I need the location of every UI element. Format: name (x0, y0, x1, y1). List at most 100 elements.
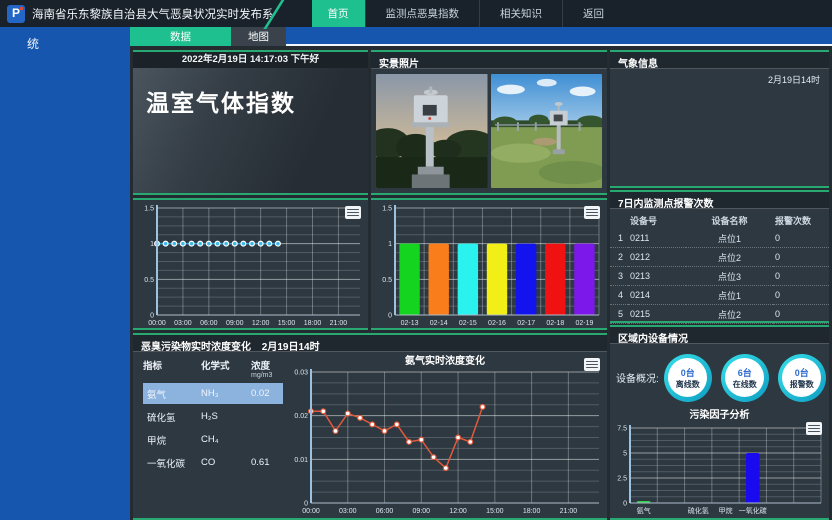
col-device-name: 设备名称 (686, 212, 773, 229)
svg-text:12:00: 12:00 (449, 508, 467, 515)
svg-text:2.5: 2.5 (617, 476, 627, 483)
pollutant-row[interactable]: 氨气NH₃0.02 (143, 383, 283, 404)
svg-text:1: 1 (388, 241, 392, 248)
chart-menu-icon[interactable] (584, 358, 600, 371)
svg-text:02-13: 02-13 (401, 320, 419, 327)
svg-text:15:00: 15:00 (486, 508, 504, 515)
svg-text:00:00: 00:00 (302, 508, 320, 515)
pollutants-panel: 恶臭污染物实时浓度变化 2月19日14时 指标 化学式 浓度 mg/m3 氨气N… (133, 333, 607, 520)
svg-text:06:00: 06:00 (376, 508, 394, 515)
svg-text:0: 0 (150, 313, 154, 320)
nav-item-back[interactable]: 返回 (562, 0, 624, 27)
svg-text:00:00: 00:00 (148, 320, 166, 327)
sidebar: 统 (0, 27, 130, 520)
dashboard-root: P 海南省乐东黎族自治县大气恶臭状况实时发布系 首页 监测点恶臭指数 相关知识 … (0, 0, 832, 520)
nav-item-knowledge[interactable]: 相关知识 (479, 0, 562, 27)
svg-text:02-18: 02-18 (546, 320, 564, 327)
alarm-table-row: 50215点位20 (610, 305, 829, 324)
svg-text:03:00: 03:00 (174, 320, 192, 327)
svg-text:7.5: 7.5 (617, 426, 627, 433)
col-formula: 化学式 (201, 358, 251, 372)
devices-panel-title: 区域内设备情况 (610, 327, 829, 344)
greenhouse-index-chart-panel: 00:00 03:00 06:00 09:00 12:00 15:00 18:00 21:00… (133, 198, 368, 330)
app-logo-icon: P (7, 5, 25, 23)
svg-text:09:00: 09:00 (226, 320, 244, 327)
main-nav: 首页 监测点恶臭指数 相关知识 返回 (312, 0, 625, 27)
pollutant-row[interactable]: 甲烷CH₄ (143, 429, 283, 450)
weather-panel-title: 气象信息 (610, 52, 829, 69)
online-count: 6台 (738, 366, 752, 379)
pollutant-row[interactable]: 一氧化碳CO0.61 (143, 452, 283, 473)
daily-index-chart-panel: 02-1302-1402-1502-1602-1702-1802-1900.51… (371, 198, 607, 330)
col-device-id: 设备号 (628, 212, 686, 229)
svg-text:21:00: 21:00 (560, 508, 578, 515)
chart-menu-icon[interactable] (584, 206, 600, 219)
pollutant-table-body: 氨气NH₃0.02硫化氢H₂S甲烷CH₄一氧化碳CO0.61 (143, 383, 283, 473)
svg-text:0: 0 (623, 501, 627, 508)
svg-text:02-15: 02-15 (459, 320, 477, 327)
alarm-table-row: 40214点位10 (610, 286, 829, 305)
photos-panel: 实景照片 (371, 50, 607, 195)
pollutant-row[interactable]: 硫化氢H₂S (143, 406, 283, 427)
greenhouse-index-chart: 00:00 03:00 06:00 09:00 12:00 15:00 18:00 21:00… (133, 200, 368, 328)
svg-text:02-16: 02-16 (488, 320, 506, 327)
svg-text:03:00: 03:00 (339, 508, 357, 515)
offline-count: 0台 (681, 366, 695, 379)
factor-analysis-title: 污染因子分析 (610, 406, 829, 420)
online-count-circle: 6台 在线数 (721, 354, 769, 402)
svg-text:硫化氢: 硫化氢 (688, 506, 709, 515)
greenhouse-title-panel: 2022年2月19日 14:17:03 下午好 温室气体指数 (133, 50, 368, 195)
pollution-factor-chart: 氨气硫化氢甲烷一氧化碳02.557.5 (610, 420, 829, 516)
svg-text:1.5: 1.5 (382, 206, 392, 213)
device-overview-label: 设备概况: (616, 370, 659, 385)
title-wrap-char: 统 (0, 27, 130, 52)
alarm-table-header: 设备号 设备名称 报警次数 (610, 212, 829, 229)
online-label: 在线数 (733, 379, 757, 390)
svg-text:0: 0 (304, 501, 308, 508)
nav-item-odor-index[interactable]: 监测点恶臭指数 (365, 0, 480, 27)
svg-text:氨气实时浓度变化: 氨气实时浓度变化 (405, 354, 485, 367)
svg-text:1.5: 1.5 (144, 206, 154, 213)
photos-panel-title: 实景照片 (371, 52, 607, 69)
svg-text:02-17: 02-17 (517, 320, 535, 327)
weather-timestamp: 2月19日14时 (610, 69, 829, 90)
alarm-table-row: 10211点位10 (610, 229, 829, 248)
pollutant-table-header: 指标 化学式 浓度 (143, 358, 283, 372)
chart-menu-icon[interactable] (345, 206, 361, 219)
svg-text:0.02: 0.02 (294, 413, 308, 420)
svg-text:21:00: 21:00 (330, 320, 348, 327)
svg-text:0.01: 0.01 (294, 457, 308, 464)
main-content: 2022年2月19日 14:17:03 下午好 温室气体指数 实景照片 (130, 46, 832, 520)
svg-text:09:00: 09:00 (413, 508, 431, 515)
weather-panel: 气象信息 2月19日14时 (610, 50, 829, 188)
photo-strip (371, 69, 607, 193)
pollutant-unit-row: mg/m3 (143, 372, 283, 379)
svg-text:15:00: 15:00 (278, 320, 296, 327)
svg-text:0: 0 (388, 313, 392, 320)
svg-text:18:00: 18:00 (304, 320, 322, 327)
col-indicator: 指标 (143, 358, 201, 372)
site-photo-field (491, 74, 603, 188)
col-alarm-count: 报警次数 (773, 212, 829, 229)
top-navbar: P 海南省乐东黎族自治县大气恶臭状况实时发布系 首页 监测点恶臭指数 相关知识 … (0, 0, 832, 27)
alarm-count-circle: 0台 报警数 (778, 354, 826, 402)
svg-text:0.5: 0.5 (144, 277, 154, 284)
svg-text:12:00: 12:00 (252, 320, 270, 327)
svg-text:5: 5 (623, 451, 627, 458)
tab-map[interactable]: 地图 (231, 27, 286, 46)
ammonia-trend-chart: 00:0003:0006:0009:0012:0015:0018:0021:00… (283, 352, 607, 516)
svg-text:氨气: 氨气 (637, 506, 651, 515)
svg-text:02-19: 02-19 (575, 320, 593, 327)
nav-item-home[interactable]: 首页 (312, 0, 365, 27)
svg-text:一氧化碳: 一氧化碳 (739, 506, 767, 515)
alarm-table: 设备号 设备名称 报警次数 10211点位1020212点位2030213点位3… (610, 212, 829, 343)
chart-menu-icon[interactable] (806, 422, 822, 435)
alarm-panel-title: 7日内监测点报警次数 (610, 192, 829, 209)
alarm-table-row: 20212点位20 (610, 248, 829, 267)
pollutants-body: 指标 化学式 浓度 mg/m3 氨气NH₃0.02硫化氢H₂S甲烷CH₄一氧化碳… (133, 352, 607, 516)
tab-data[interactable]: 数据 (130, 27, 231, 46)
svg-text:06:00: 06:00 (200, 320, 218, 327)
logo-dot (20, 7, 23, 10)
app-title: 海南省乐东黎族自治县大气恶臭状况实时发布系 (32, 6, 274, 22)
alarm-count-panel: 7日内监测点报警次数 设备号 设备名称 报警次数 10211点位1020212点… (610, 190, 829, 323)
